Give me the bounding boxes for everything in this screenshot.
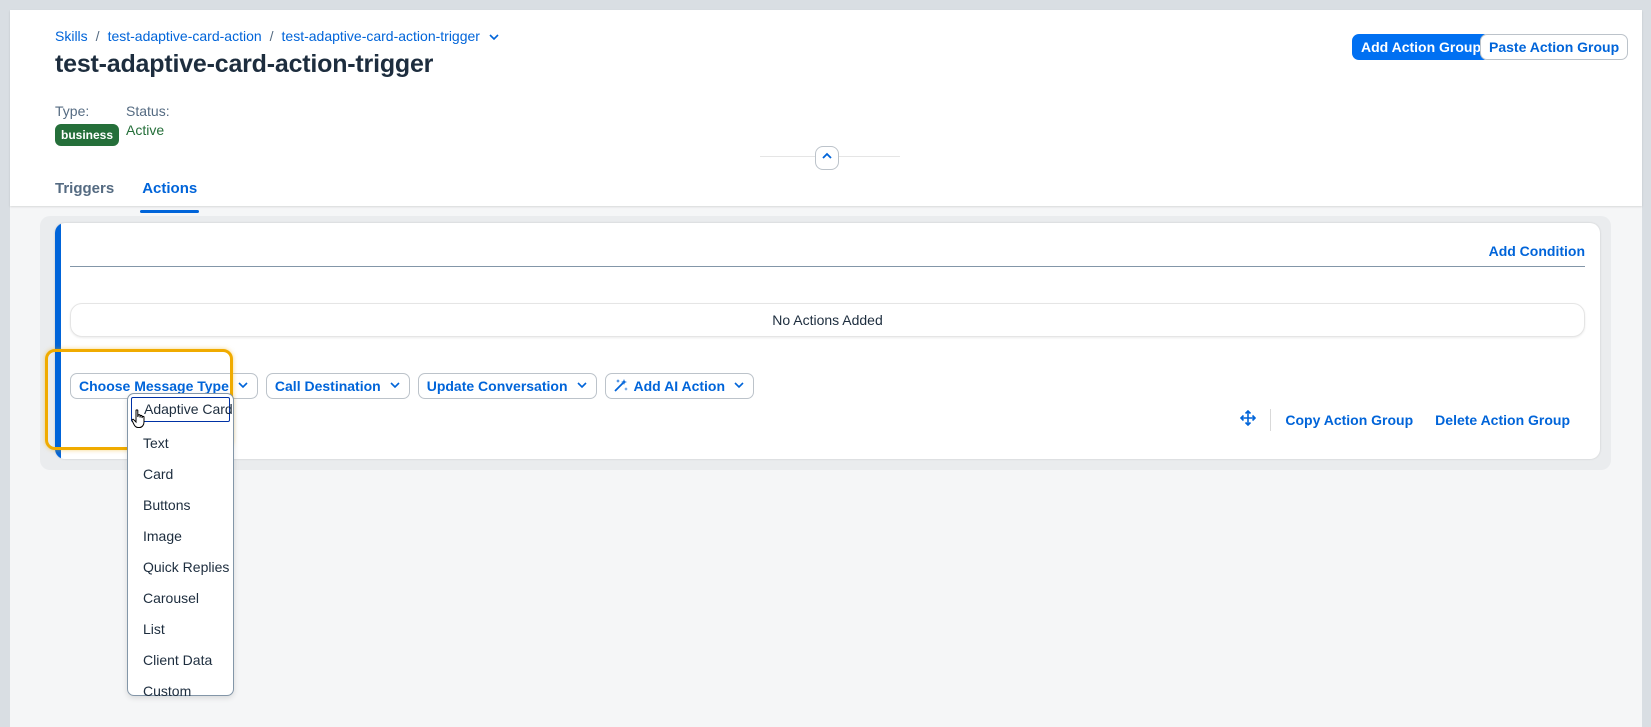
breadcrumb-separator: /	[95, 28, 100, 44]
chevron-down-icon[interactable]	[488, 30, 500, 42]
breadcrumb-skill[interactable]: test-adaptive-card-action	[108, 28, 262, 44]
menu-item-list[interactable]: List	[128, 614, 233, 645]
action-group-card: Add Condition No Actions Added Choose Me…	[55, 223, 1600, 459]
condition-divider	[70, 266, 1585, 267]
tab-actions[interactable]: Actions	[140, 178, 200, 213]
type-label: Type:	[55, 103, 90, 119]
app-frame: Skills / test-adaptive-card-action / tes…	[10, 10, 1642, 727]
add-ai-action-label: Add AI Action	[633, 378, 726, 394]
chevron-down-icon	[576, 378, 588, 394]
tab-triggers[interactable]: Triggers	[55, 178, 114, 207]
menu-item-buttons[interactable]: Buttons	[128, 490, 233, 521]
menu-item-client-data[interactable]: Client Data	[128, 645, 233, 676]
paste-action-group-button[interactable]: Paste Action Group	[1480, 34, 1629, 60]
breadcrumb-current[interactable]: test-adaptive-card-action-trigger	[282, 28, 480, 44]
chevron-down-icon	[237, 378, 249, 394]
status-value: Active	[126, 122, 165, 138]
call-destination-label: Call Destination	[274, 378, 381, 394]
add-condition-link[interactable]: Add Condition	[1489, 243, 1585, 259]
tab-bar: Triggers Actions	[55, 178, 225, 213]
chevron-down-icon	[733, 378, 745, 394]
breadcrumb-skills[interactable]: Skills	[55, 28, 88, 44]
actions-content: Add Condition No Actions Added Choose Me…	[40, 216, 1611, 470]
chevron-down-icon	[389, 378, 401, 394]
ai-sparkle-icon	[613, 378, 628, 395]
page-title: test-adaptive-card-action-trigger	[55, 50, 434, 78]
breadcrumb: Skills / test-adaptive-card-action / tes…	[55, 28, 500, 44]
update-conversation-label: Update Conversation	[426, 378, 568, 394]
chevron-up-icon	[821, 149, 833, 167]
action-group-footer: Copy Action Group Delete Action Group	[1240, 409, 1570, 431]
copy-action-group-link[interactable]: Copy Action Group	[1285, 412, 1413, 428]
collapse-header-button[interactable]	[815, 146, 839, 170]
message-type-menu: Adaptive Card Text Card Buttons Image Qu…	[127, 393, 234, 699]
menu-item-carousel[interactable]: Carousel	[128, 583, 233, 614]
menu-item-image[interactable]: Image	[128, 521, 233, 552]
breadcrumb-separator: /	[269, 28, 274, 44]
object-page-header: Skills / test-adaptive-card-action / tes…	[10, 10, 1642, 213]
status-label: Status:	[126, 103, 170, 119]
menu-item-card[interactable]: Card	[128, 459, 233, 490]
menu-item-custom[interactable]: Custom	[128, 676, 233, 707]
add-ai-action-button[interactable]: Add AI Action	[604, 373, 755, 399]
menu-item-quick-replies[interactable]: Quick Replies	[128, 552, 233, 583]
update-conversation-button[interactable]: Update Conversation	[417, 373, 597, 399]
empty-actions-message: No Actions Added	[70, 303, 1585, 337]
hand-cursor-icon	[131, 409, 147, 434]
add-action-group-button[interactable]: Add Action Group	[1352, 34, 1491, 60]
delete-action-group-link[interactable]: Delete Action Group	[1435, 412, 1570, 428]
footer-separator	[1270, 409, 1272, 431]
call-destination-button[interactable]: Call Destination	[265, 373, 410, 399]
type-badge: business	[55, 124, 120, 146]
move-icon[interactable]	[1240, 409, 1257, 431]
